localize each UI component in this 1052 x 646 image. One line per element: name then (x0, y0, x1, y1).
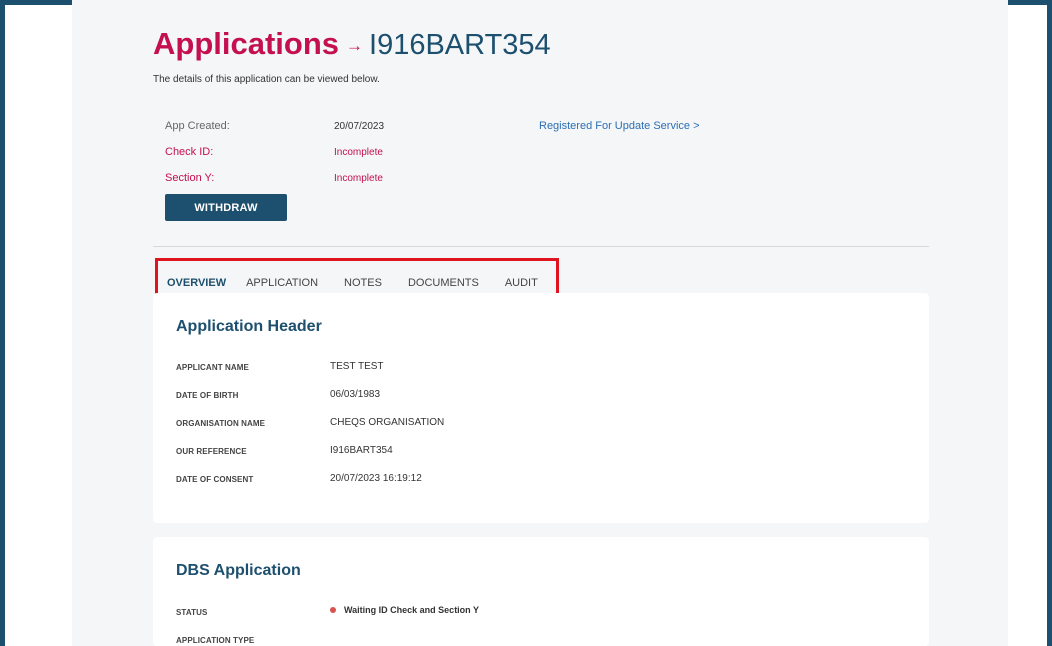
app-created-label: App Created: (165, 120, 230, 132)
date-of-birth-value: 06/03/1983 (330, 389, 381, 400)
page-title-reference: I916BART354 (369, 29, 551, 61)
page-title-applications-link[interactable]: Applications (153, 26, 339, 62)
page-title: Applications → I916BART354 (153, 26, 551, 62)
check-id-label: Check ID: (165, 146, 214, 158)
our-reference-value: I916BART354 (330, 445, 393, 456)
registered-update-service-link[interactable]: Registered For Update Service > (539, 120, 700, 132)
applicant-name-value: TEST TEST (330, 361, 384, 372)
section-y-value: Incomplete (334, 173, 383, 184)
tab-overview[interactable]: OVERVIEW (167, 275, 226, 289)
check-id-value: Incomplete (334, 147, 383, 158)
tab-notes[interactable]: NOTES (344, 275, 382, 289)
our-reference-label: OUR REFERENCE (176, 447, 247, 456)
date-of-consent-value: 20/07/2023 16:19:12 (330, 473, 422, 484)
tab-audit[interactable]: AUDIT (505, 275, 538, 289)
status-dot-icon (330, 606, 336, 613)
tab-application[interactable]: APPLICATION (246, 275, 318, 289)
page-subtitle: The details of this application can be v… (153, 74, 380, 85)
section-y-label: Section Y: (165, 172, 215, 184)
withdraw-button[interactable]: WITHDRAW (165, 194, 287, 221)
status-badge: Waiting ID Check and Section Y (330, 605, 479, 615)
breadcrumb-arrow-icon: → (346, 36, 364, 55)
main-content: Applications → I916BART354 The details o… (72, 0, 1008, 646)
tab-documents[interactable]: DOCUMENTS (408, 275, 479, 289)
app-created-value: 20/07/2023 (334, 121, 385, 132)
organisation-name-value: CHEQS ORGANISATION (330, 417, 445, 428)
application-type-label: APPLICATION TYPE (176, 636, 255, 645)
section-divider (153, 246, 929, 247)
date-of-consent-label: DATE OF CONSENT (176, 475, 254, 484)
date-of-birth-label: DATE OF BIRTH (176, 391, 239, 400)
status-value: Waiting ID Check and Section Y (344, 605, 480, 615)
application-header-title: Application Header (176, 318, 322, 335)
applicant-name-label: APPLICANT NAME (176, 363, 249, 372)
organisation-name-label: ORGANISATION NAME (176, 419, 266, 428)
dbs-application-title: DBS Application (176, 562, 301, 579)
dbs-application-card: DBS Application STATUS Waiting ID Check … (153, 537, 929, 646)
status-label: STATUS (176, 608, 208, 617)
application-header-card: Application Header APPLICANT NAME TEST T… (153, 293, 929, 523)
